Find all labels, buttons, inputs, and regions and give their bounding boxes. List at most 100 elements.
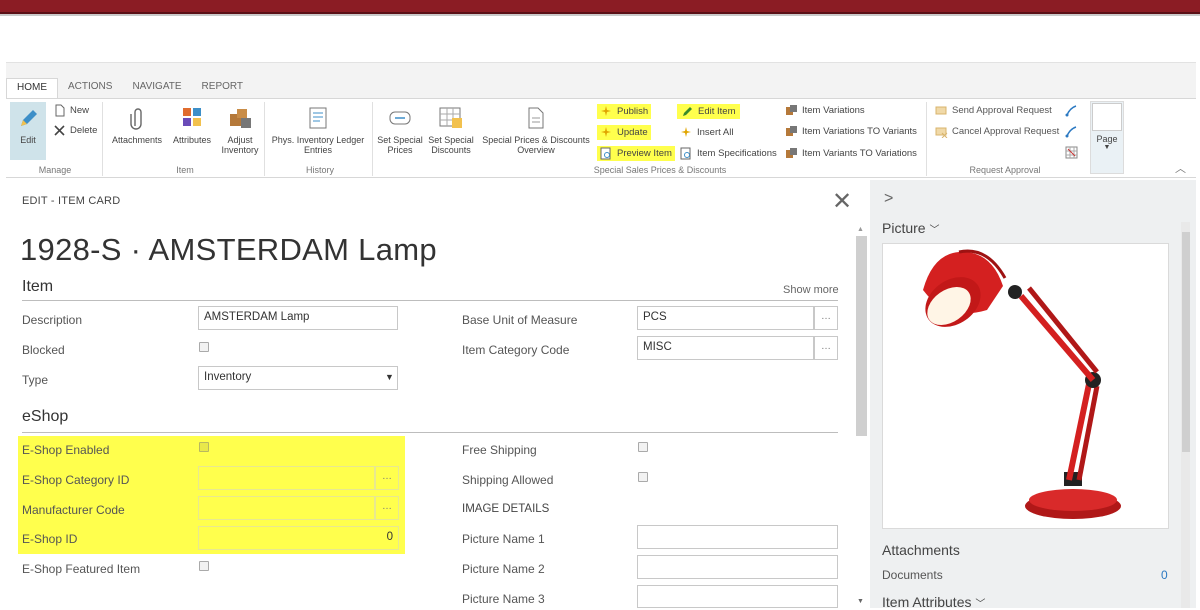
delete-button[interactable]: Delete <box>53 124 97 137</box>
item-picture[interactable] <box>882 243 1169 529</box>
overview-label-1: Special Prices & Discounts <box>482 135 590 145</box>
item-variations-to-variants-label: Item Variations TO Variants <box>802 126 917 137</box>
new-button[interactable]: New <box>53 104 89 117</box>
ribbon-separator <box>926 102 927 176</box>
overview-document-icon <box>528 107 544 129</box>
grid-export-icon <box>1065 146 1078 159</box>
eshop-featured-item-checkbox[interactable] <box>199 561 209 571</box>
item-category-lookup-button[interactable]: … <box>814 336 838 360</box>
item-variants-to-variations-button[interactable]: Item Variants TO Variations <box>785 147 917 160</box>
show-more-link[interactable]: Show more <box>783 284 839 296</box>
description-field[interactable]: AMSTERDAM Lamp <box>198 306 398 330</box>
edit-item-label: Edit Item <box>698 106 736 117</box>
publish-spark-icon <box>601 106 611 116</box>
set-prices-label-2: Prices <box>387 145 413 155</box>
picture-name-3-label: Picture Name 3 <box>462 592 545 606</box>
group-label-special-prices: Special Sales Prices & Discounts <box>593 165 727 175</box>
brand-top-bar-shadow <box>0 14 1200 16</box>
type-select[interactable]: Inventory <box>198 366 398 390</box>
set-special-discounts-button[interactable]: Set Special Discounts <box>426 106 476 155</box>
cancel-approval-label: Cancel Approval Request <box>952 126 1060 137</box>
close-icon[interactable]: ✕ <box>832 190 852 214</box>
tab-actions[interactable]: ACTIONS <box>58 78 122 98</box>
ribbon-separator <box>264 102 265 176</box>
edit-button[interactable]: Edit <box>10 102 46 160</box>
special-prices-overview-button[interactable]: Special Prices & Discounts Overview <box>478 106 594 155</box>
tab-home[interactable]: HOME <box>6 78 58 98</box>
preview-item-button[interactable]: Preview Item <box>597 146 675 161</box>
set-prices-label-1: Set Special <box>377 135 423 145</box>
collapse-ribbon-chevron-up-icon[interactable]: ︿ <box>1175 160 1186 176</box>
eshop-section-title[interactable]: eShop <box>22 408 68 426</box>
edit-item-button[interactable]: Edit Item <box>677 104 740 119</box>
manufacturer-lookup-button[interactable]: … <box>375 496 399 520</box>
set-special-prices-button[interactable]: Set Special Prices <box>376 106 424 155</box>
picture-name-2-label: Picture Name 2 <box>462 562 545 576</box>
excel-export-icon[interactable] <box>1065 146 1082 159</box>
cancel-approval-request-button[interactable]: Cancel Approval Request <box>935 125 1059 138</box>
ledger-label-1: Phys. Inventory Ledger <box>271 135 365 145</box>
page-mode-title: EDIT - ITEM CARD <box>22 195 121 207</box>
free-shipping-label: Free Shipping <box>462 443 537 457</box>
page-thumbnail <box>1092 103 1122 131</box>
page-menu-button[interactable]: Page ▼ <box>1090 101 1124 174</box>
base-unit-lookup-button[interactable]: … <box>814 306 838 330</box>
scroll-down-arrow-icon[interactable]: ▼ <box>857 598 864 605</box>
ribbon-separator <box>372 102 373 176</box>
variations-to-variants-icon <box>786 126 797 136</box>
group-label-history: History <box>305 165 334 175</box>
send-approval-label: Send Approval Request <box>952 105 1052 116</box>
picture-factbox-title[interactable]: Picture ﹀ <box>882 220 939 236</box>
type-label: Type <box>22 373 49 387</box>
insert-spark-icon <box>681 127 691 137</box>
tab-navigate[interactable]: NAVIGATE <box>122 78 191 98</box>
blocked-checkbox[interactable] <box>199 342 209 352</box>
ribbon-separator <box>102 102 103 176</box>
picture-name-3-field[interactable] <box>637 585 838 608</box>
publish-button[interactable]: Publish <box>597 104 652 119</box>
picture-title-label: Picture <box>882 220 926 236</box>
attachments-factbox-title[interactable]: Attachments <box>882 542 960 558</box>
update-button[interactable]: Update <box>597 125 651 140</box>
manufacturer-code-field[interactable] <box>198 496 375 520</box>
eshop-id-field[interactable]: 0 <box>198 526 399 550</box>
factbox-expand-chevron-icon[interactable]: > <box>884 190 893 208</box>
picture-name-2-field[interactable] <box>637 555 838 579</box>
adjust-inventory-icon <box>230 109 251 128</box>
factbox-scrollbar-thumb[interactable] <box>1182 232 1190 452</box>
free-shipping-checkbox[interactable] <box>638 442 648 452</box>
form-scrollbar-thumb[interactable] <box>856 236 867 436</box>
shipping-allowed-checkbox[interactable] <box>638 472 648 482</box>
item-specifications-button[interactable]: Item Specifications <box>680 147 777 160</box>
scroll-up-arrow-icon[interactable]: ▲ <box>857 226 864 233</box>
item-variations-label: Item Variations <box>802 105 865 116</box>
item-variations-button[interactable]: Item Variations <box>785 104 865 117</box>
send-approval-request-button[interactable]: Send Approval Request <box>935 104 1052 117</box>
picture-chevron-down-icon: ﹀ <box>929 225 940 236</box>
attachments-label: Attachments <box>111 135 163 145</box>
insert-all-button[interactable]: Insert All <box>680 126 733 139</box>
picture-name-1-label: Picture Name 1 <box>462 532 545 546</box>
section-divider <box>22 432 838 433</box>
base-unit-of-measure-field[interactable]: PCS <box>637 306 814 330</box>
eshop-featured-item-label: E-Shop Featured Item <box>22 562 141 576</box>
workflow-link-icon-1[interactable] <box>1065 104 1082 117</box>
blocked-label: Blocked <box>22 343 65 357</box>
item-section-title[interactable]: Item <box>22 278 53 296</box>
item-variations-to-variants-button[interactable]: Item Variations TO Variants <box>785 125 917 138</box>
image-details-heading: IMAGE DETAILS <box>462 503 550 515</box>
brand-top-bar <box>0 0 1200 14</box>
attributes-button[interactable]: Attributes <box>168 106 216 145</box>
page-chevron-down-icon: ▼ <box>1103 144 1111 151</box>
documents-count-link[interactable]: 0 <box>1161 568 1168 582</box>
phys-inventory-ledger-button[interactable]: Phys. Inventory Ledger Entries <box>268 106 368 155</box>
eshop-category-lookup-button[interactable]: … <box>375 466 399 490</box>
adjust-inventory-button[interactable]: Adjust Inventory <box>218 106 262 155</box>
item-category-code-field[interactable]: MISC <box>637 336 814 360</box>
picture-name-1-field[interactable] <box>637 525 838 549</box>
eshop-enabled-checkbox[interactable] <box>199 442 209 452</box>
eshop-category-id-field[interactable] <box>198 466 375 490</box>
workflow-link-icon-2[interactable] <box>1065 125 1082 138</box>
attachments-button[interactable]: Attachments <box>106 106 168 145</box>
tab-report[interactable]: REPORT <box>192 78 254 98</box>
